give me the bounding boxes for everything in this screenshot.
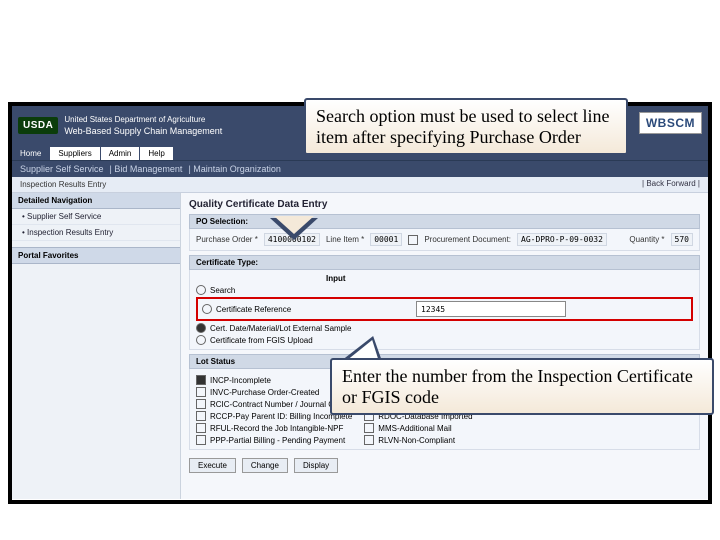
lot-status-item[interactable]: INCP-Incomplete xyxy=(196,375,352,385)
subnav-item[interactable]: Bid Management xyxy=(114,164,182,174)
checkbox-icon[interactable] xyxy=(196,375,206,385)
radio-fgis-label: Certificate from FGIS Upload xyxy=(210,336,313,345)
detailed-nav-header: Detailed Navigation xyxy=(12,193,180,209)
qty-label: Quantity * xyxy=(629,235,664,244)
lineitem-label: Line Item * xyxy=(326,235,364,244)
change-button[interactable]: Change xyxy=(242,458,288,473)
radio-search[interactable] xyxy=(196,285,206,295)
app-name: Web-Based Supply Chain Management xyxy=(64,126,222,136)
procdoc-label: Procurement Document: xyxy=(424,235,511,244)
checkbox-icon[interactable] xyxy=(196,423,206,433)
po-selection-header: PO Selection: xyxy=(189,214,700,229)
lot-status-label: RFUL-Record the Job Intangible-NPF xyxy=(210,424,343,433)
sidebar-item-inspection-results[interactable]: Inspection Results Entry xyxy=(12,225,180,241)
lineitem-value[interactable]: 00001 xyxy=(370,233,402,246)
subnav-item[interactable]: Maintain Organization xyxy=(193,164,281,174)
qty-value[interactable]: 570 xyxy=(671,233,693,246)
po-label: Purchase Order * xyxy=(196,235,258,244)
radio-cert-ref-label: Certificate Reference xyxy=(216,305,291,314)
crumb-text: Inspection Results Entry xyxy=(20,180,106,189)
usda-logo: USDA xyxy=(18,117,58,134)
tab-home[interactable]: Home xyxy=(12,147,49,160)
callout-enter-number: Enter the number from the Inspection Cer… xyxy=(330,358,714,415)
tab-admin[interactable]: Admin xyxy=(101,147,140,160)
lot-status-label: PPP-Partial Billing - Pending Payment xyxy=(210,436,345,445)
tab-help[interactable]: Help xyxy=(140,147,172,160)
dept-name: United States Department of Agriculture xyxy=(64,115,222,124)
radio-cert-ref[interactable] xyxy=(202,304,212,314)
lot-status-item[interactable]: RCIC-Contract Number / Journal Class xyxy=(196,399,352,409)
checkbox-icon[interactable] xyxy=(196,399,206,409)
lot-status-item[interactable]: PPP-Partial Billing - Pending Payment xyxy=(196,435,352,445)
lot-status-item[interactable]: RFUL-Record the Job Intangible-NPF xyxy=(196,423,352,433)
sidebar-item-supplier-self-service[interactable]: Supplier Self Service xyxy=(12,209,180,225)
lot-status-label: RLVN-Non-Compliant xyxy=(378,436,455,445)
checkbox-icon[interactable] xyxy=(364,423,374,433)
checkbox-icon[interactable] xyxy=(196,435,206,445)
callout-search-option: Search option must be used to select lin… xyxy=(304,98,628,155)
wbscm-logo: WBSCM xyxy=(639,112,702,134)
main-panel: Quality Certificate Data Entry PO Select… xyxy=(181,193,708,499)
portal-favorites-header: Portal Favorites xyxy=(12,247,180,264)
subnav-item[interactable]: Supplier Self Service xyxy=(20,164,104,174)
procdoc-value: AG-DPRO-P-09-0032 xyxy=(517,233,607,246)
page-title: Quality Certificate Data Entry xyxy=(189,199,700,210)
radio-cert-date-label: Cert. Date/Material/Lot External Sample xyxy=(210,324,351,333)
lot-status-label: INCP-Incomplete xyxy=(210,376,271,385)
checkbox-icon[interactable] xyxy=(196,387,206,397)
left-sidebar: Detailed Navigation Supplier Self Servic… xyxy=(12,193,181,499)
radio-fgis[interactable] xyxy=(196,335,206,345)
lot-status-item[interactable]: RCCP-Pay Parent ID: Billing Incomplete xyxy=(196,411,352,421)
forward-link[interactable]: Forward xyxy=(666,179,695,188)
input-col-header: Input xyxy=(326,274,693,283)
sub-nav: Supplier Self Service| Bid Management| M… xyxy=(12,160,708,177)
lot-status-item[interactable]: MMS-Additional Mail xyxy=(364,423,472,433)
back-link[interactable]: Back xyxy=(646,179,664,188)
app-window: USDA United States Department of Agricul… xyxy=(8,102,712,504)
lot-status-label: RCIC-Contract Number / Journal Class xyxy=(210,400,348,409)
lot-status-item[interactable]: INVC-Purchase Order-Created xyxy=(196,387,352,397)
lot-status-label: MMS-Additional Mail xyxy=(378,424,451,433)
cert-reference-input[interactable] xyxy=(416,301,566,317)
search-icon[interactable] xyxy=(408,235,418,245)
lot-status-item[interactable]: RLVN-Non-Compliant xyxy=(364,435,472,445)
checkbox-icon[interactable] xyxy=(196,411,206,421)
display-button[interactable]: Display xyxy=(294,458,338,473)
execute-button[interactable]: Execute xyxy=(189,458,236,473)
breadcrumb: Inspection Results Entry | Back Forward … xyxy=(12,177,708,193)
lot-status-label: INVC-Purchase Order-Created xyxy=(210,388,319,397)
radio-cert-date[interactable] xyxy=(196,323,206,333)
checkbox-icon[interactable] xyxy=(364,435,374,445)
cert-type-header: Certificate Type: xyxy=(189,255,700,270)
tab-suppliers[interactable]: Suppliers xyxy=(50,147,99,160)
highlight-box: Certificate Reference xyxy=(196,297,693,321)
radio-search-label: Search xyxy=(210,286,235,295)
callout-pointer-icon xyxy=(274,216,314,234)
